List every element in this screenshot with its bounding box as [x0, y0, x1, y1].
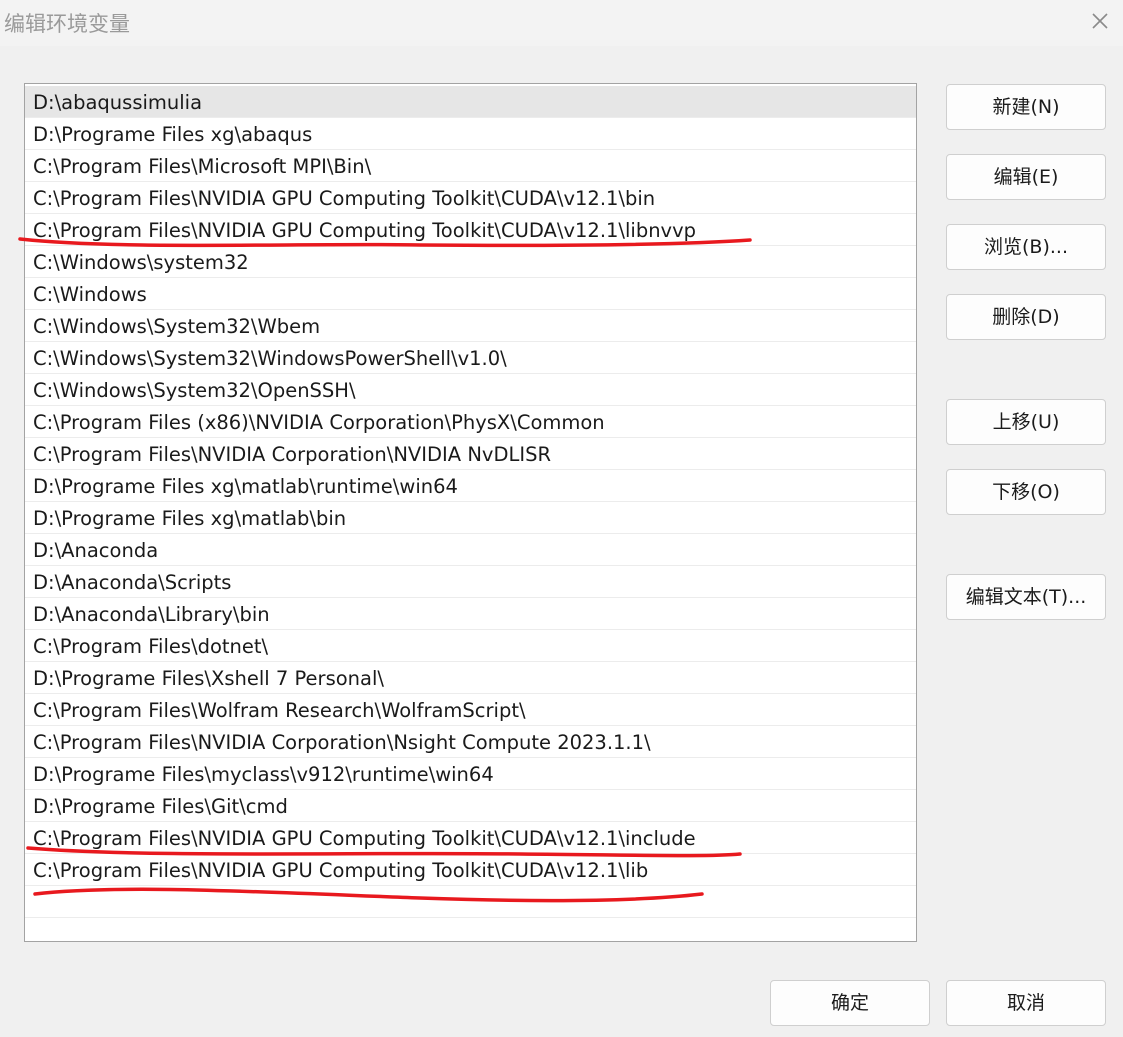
move-down-button[interactable]: 下移(O)	[946, 469, 1106, 515]
path-text: C:\Program Files\NVIDIA GPU Computing To…	[33, 859, 649, 882]
path-list-item[interactable]: D:\Anaconda	[25, 534, 916, 566]
path-text: D:\Programe Files xg\matlab\bin	[33, 507, 347, 530]
path-list-item[interactable]: D:\Programe Files\myclass\v912\runtime\w…	[25, 758, 916, 790]
path-list-item[interactable]: C:\Program Files\NVIDIA GPU Computing To…	[25, 854, 916, 886]
move-down-button-label: 下移(O)	[992, 481, 1060, 503]
delete-button[interactable]: 删除(D)	[946, 294, 1106, 340]
path-text: C:\Program Files\dotnet\	[33, 635, 269, 658]
path-list-item[interactable]: C:\Program Files\Wolfram Research\Wolfra…	[25, 694, 916, 726]
path-text: D:\Anaconda\Library\bin	[33, 603, 270, 626]
path-list-item[interactable]: C:\Windows	[25, 278, 916, 310]
path-text: D:\Programe Files xg\matlab\runtime\win6…	[33, 475, 458, 498]
edit-button-label: 编辑(E)	[993, 166, 1059, 188]
dialog-title: 编辑环境变量	[4, 12, 130, 36]
ok-button-label: 确定	[830, 992, 869, 1014]
move-up-button[interactable]: 上移(U)	[946, 399, 1106, 445]
path-text: D:\Programe Files\Xshell 7 Personal\	[33, 667, 384, 690]
path-list-item[interactable]: C:\Program Files\NVIDIA Corporation\Nsig…	[25, 726, 916, 758]
path-text: C:\Program Files\Wolfram Research\Wolfra…	[33, 699, 526, 722]
browse-button-label: 浏览(B)...	[984, 236, 1068, 258]
path-text: C:\Program Files\NVIDIA GPU Computing To…	[33, 187, 656, 210]
path-list-item[interactable]: D:\abaqussimulia	[25, 86, 916, 118]
path-text: C:\Windows\System32\Wbem	[33, 315, 321, 338]
edit-text-button-label: 编辑文本(T)...	[965, 586, 1087, 608]
path-list-item[interactable]: D:\Programe Files xg\matlab\runtime\win6…	[25, 470, 916, 502]
browse-button[interactable]: 浏览(B)...	[946, 224, 1106, 270]
path-text: C:\Program Files\NVIDIA Corporation\NVID…	[33, 443, 551, 466]
path-text: C:\Program Files\Microsoft MPI\Bin\	[33, 155, 372, 178]
close-icon	[1092, 13, 1108, 29]
path-text: D:\abaqussimulia	[33, 91, 203, 114]
path-list-item[interactable]: D:\Anaconda\Scripts	[25, 566, 916, 598]
path-text: C:\Program Files (x86)\NVIDIA Corporatio…	[33, 411, 605, 434]
path-list-item[interactable]: C:\Windows\System32\OpenSSH\	[25, 374, 916, 406]
path-text: C:\Program Files\NVIDIA GPU Computing To…	[33, 219, 697, 242]
move-up-button-label: 上移(U)	[992, 411, 1060, 433]
path-text: D:\Anaconda	[33, 539, 159, 562]
cancel-button[interactable]: 取消	[946, 980, 1106, 1026]
edit-text-button[interactable]: 编辑文本(T)...	[946, 574, 1106, 620]
path-list-item[interactable]: C:\Program Files\Microsoft MPI\Bin\	[25, 150, 916, 182]
path-list[interactable]: D:\abaqussimulia D:\Programe Files xg\aba…	[24, 83, 917, 942]
path-text: D:\Programe Files\Git\cmd	[33, 795, 288, 818]
path-list-item[interactable]	[25, 886, 916, 918]
path-list-item[interactable]: D:\Programe Files\Xshell 7 Personal\	[25, 662, 916, 694]
dialog-titlebar: 编辑环境变量	[0, 0, 1123, 46]
path-list-item[interactable]: C:\Windows\System32\Wbem	[25, 310, 916, 342]
path-list-item[interactable]: C:\Windows\System32\WindowsPowerShell\v1…	[25, 342, 916, 374]
path-text: D:\Programe Files xg\abaqus	[33, 123, 313, 146]
path-text: D:\Anaconda\Scripts	[33, 571, 232, 594]
new-button-label: 新建(N)	[992, 96, 1060, 118]
delete-button-label: 删除(D)	[992, 306, 1060, 328]
path-list-item[interactable]: C:\Program Files\NVIDIA GPU Computing To…	[25, 214, 916, 246]
new-button[interactable]: 新建(N)	[946, 84, 1106, 130]
path-list-item[interactable]: C:\Program Files\NVIDIA GPU Computing To…	[25, 182, 916, 214]
path-list-item[interactable]: D:\Programe Files xg\abaqus	[25, 118, 916, 150]
path-list-item[interactable]: C:\Program Files\NVIDIA GPU Computing To…	[25, 822, 916, 854]
path-list-item[interactable]: C:\Program Files\NVIDIA Corporation\NVID…	[25, 438, 916, 470]
path-list-item[interactable]: C:\Program Files\dotnet\	[25, 630, 916, 662]
close-button[interactable]	[1077, 0, 1123, 44]
path-list-item[interactable]: D:\Programe Files xg\matlab\bin	[25, 502, 916, 534]
cancel-button-label: 取消	[1006, 992, 1045, 1014]
path-list-item[interactable]: D:\Programe Files\Git\cmd	[25, 790, 916, 822]
path-text: C:\Program Files\NVIDIA GPU Computing To…	[33, 827, 696, 850]
ok-button[interactable]: 确定	[770, 980, 930, 1026]
path-text: C:\Windows\System32\OpenSSH\	[33, 379, 356, 402]
path-list-item[interactable]: C:\Windows\system32	[25, 246, 916, 278]
path-list-item[interactable]: D:\Anaconda\Library\bin	[25, 598, 916, 630]
path-text: C:\Windows\System32\WindowsPowerShell\v1…	[33, 347, 507, 370]
path-text: D:\Programe Files\myclass\v912\runtime\w…	[33, 763, 494, 786]
path-text: C:\Windows\system32	[33, 251, 249, 274]
path-list-item[interactable]: C:\Program Files (x86)\NVIDIA Corporatio…	[25, 406, 916, 438]
path-text: C:\Program Files\NVIDIA Corporation\Nsig…	[33, 731, 651, 754]
edit-button[interactable]: 编辑(E)	[946, 154, 1106, 200]
path-text: C:\Windows	[33, 283, 147, 306]
